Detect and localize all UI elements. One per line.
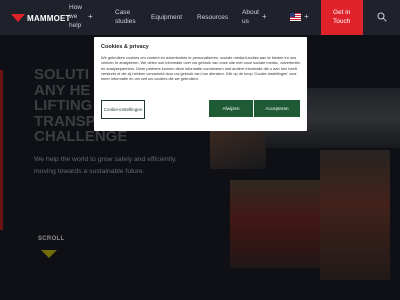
- plus-icon[interactable]: +: [262, 12, 267, 21]
- cookie-settings-button[interactable]: Cookie-instellingen: [101, 100, 145, 119]
- logo-mark-icon: [11, 14, 25, 22]
- get-in-touch-button[interactable]: Get in Touch: [321, 0, 363, 35]
- nav-case-studies[interactable]: Case studies: [115, 8, 136, 26]
- reject-cookies-button[interactable]: Afwijzen: [209, 100, 253, 117]
- accept-cookies-button[interactable]: Accepteren: [254, 100, 300, 117]
- search-icon[interactable]: [377, 12, 387, 22]
- site-header: MAMMOET How we help + Case studies Equip…: [0, 0, 400, 35]
- nav-equipment[interactable]: Equipment: [151, 13, 182, 22]
- nav-resources[interactable]: Resources: [197, 13, 228, 22]
- nav-about-us[interactable]: About us: [242, 8, 259, 26]
- cookie-dialog: Cookies & privacy We gebruiken cookies o…: [94, 37, 307, 131]
- cookie-dialog-title: Cookies & privacy: [101, 44, 149, 50]
- us-flag-icon[interactable]: [290, 13, 301, 21]
- logo-text: MAMMOET: [27, 13, 71, 23]
- cookie-dialog-body: We gebruiken cookies om content en adver…: [101, 55, 301, 82]
- cta-label: Get in Touch: [333, 9, 351, 25]
- plus-icon[interactable]: +: [304, 12, 309, 21]
- mammoet-logo[interactable]: MAMMOET: [11, 13, 71, 23]
- plus-icon[interactable]: +: [88, 12, 93, 21]
- nav-how-we-help[interactable]: How we help: [69, 3, 82, 30]
